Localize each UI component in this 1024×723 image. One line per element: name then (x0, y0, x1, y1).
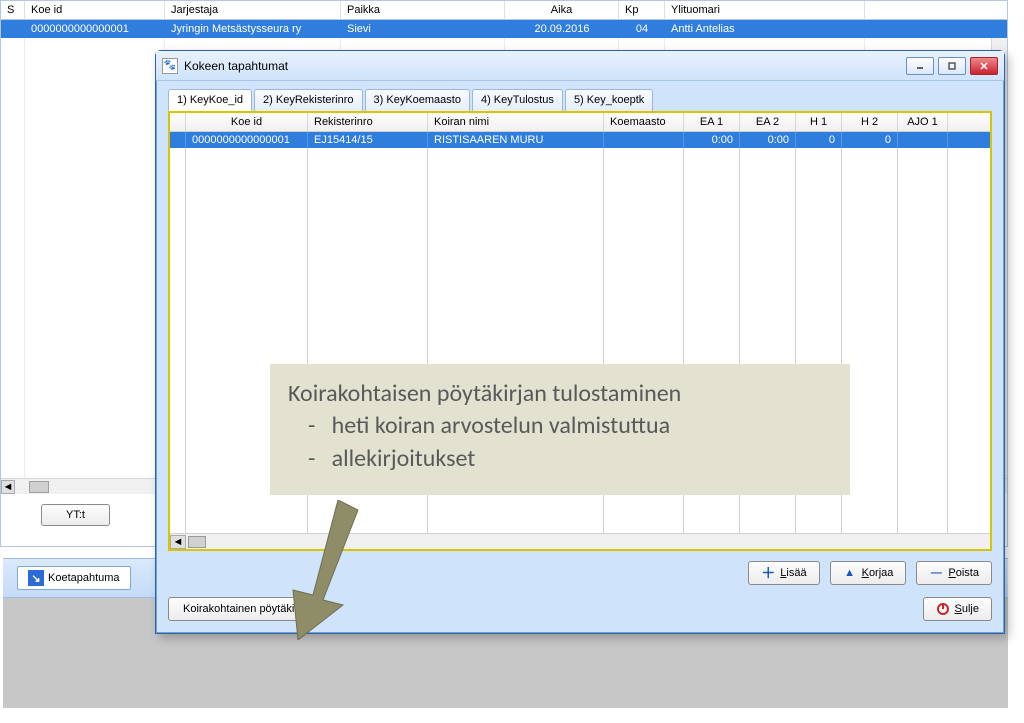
annotation-box: Koirakohtaisen pöytäkirjan tulostaminen … (270, 364, 850, 495)
korjaa-label: Korjaa (862, 567, 894, 579)
tab-key-koeptk[interactable]: 5) Key_koeptk (565, 89, 653, 111)
col-koe-id[interactable]: Koe id (25, 1, 165, 19)
poista-label: Poista (948, 567, 979, 579)
scroll-thumb[interactable] (188, 536, 206, 548)
gcol-koiran-nimi[interactable]: Koiran nimi (428, 113, 604, 131)
gcell-ea1: 0:00 (684, 132, 740, 148)
gcell-koiran-nimi: RISTISAAREN MURU (428, 132, 604, 148)
gcell-rekisterinro: EJ15414/15 (308, 132, 428, 148)
bg-grid-header: S Koe id Jarjestaja Paikka Aika Kp Ylitu… (1, 1, 1007, 20)
gcol-rekisterinro[interactable]: Rekisterinro (308, 113, 428, 131)
sulje-button[interactable]: Sulje (923, 597, 992, 621)
tab-keykoemaasto[interactable]: 3) KeyKoemaasto (365, 89, 470, 111)
gcol-ea2[interactable]: EA 2 (740, 113, 796, 131)
gcell-h1: 0 (796, 132, 842, 148)
lisaa-button[interactable]: ＋ LLisääisää (748, 561, 819, 585)
korjaa-button[interactable]: ▲ Korjaa (830, 561, 907, 585)
poista-button[interactable]: — Poista (916, 561, 992, 585)
lisaa-label: LLisääisää (780, 567, 806, 579)
triangle-icon: ▲ (843, 566, 857, 580)
minimize-button[interactable] (906, 57, 934, 75)
titlebar[interactable]: 🐾 Kokeen tapahtumat (156, 51, 1004, 81)
annotation-title: Koirakohtaisen pöytäkirjan tulostaminen (288, 378, 832, 410)
taskbar-app-icon: ↘ (28, 570, 44, 586)
sulje-label: Sulje (955, 603, 979, 615)
grid-header: Koe id Rekisterinro Koiran nimi Koemaast… (170, 113, 990, 132)
gcell-ea2: 0:00 (740, 132, 796, 148)
cell-ylituomari: Antti Antelias (665, 20, 865, 38)
gcell-koe-id: 0000000000000001 (186, 132, 308, 148)
col-s[interactable]: S (1, 1, 25, 19)
col-aika[interactable]: Aika (505, 1, 619, 19)
gcol-ajo1[interactable]: AJO 1 (898, 113, 948, 131)
gcol-koemaasto[interactable]: Koemaasto (604, 113, 684, 131)
annotation-bullet-2: - allekirjoitukset (308, 443, 832, 475)
cell-paikka: Sievi (341, 20, 505, 38)
taskbar-label: Koetapahtuma (48, 572, 120, 584)
scroll-thumb[interactable] (29, 481, 49, 493)
dialog-title: Kokeen tapahtumat (184, 59, 906, 73)
yt-button[interactable]: YT:t (41, 504, 110, 526)
tab-keyrekisterinro[interactable]: 2) KeyRekisterinro (254, 89, 362, 111)
tab-keytulostus[interactable]: 4) KeyTulostus (472, 89, 563, 111)
grid-selector-col[interactable] (170, 113, 186, 131)
tab-keykoe-id[interactable]: 1) KeyKoe_id (168, 89, 252, 111)
scroll-left-icon[interactable]: ◄ (170, 535, 186, 549)
col-ylituomari[interactable]: Ylituomari (665, 1, 865, 19)
maximize-button[interactable] (938, 57, 966, 75)
minus-icon: — (929, 566, 943, 580)
cell-kp: 04 (619, 20, 665, 38)
col-paikka[interactable]: Paikka (341, 1, 505, 19)
annotation-bullet-1: - heti koiran arvostelun valmistuttua (308, 410, 832, 442)
app-icon: 🐾 (162, 58, 178, 74)
annotation-arrow-icon (278, 500, 378, 640)
taskbar-item[interactable]: ↘ Koetapahtuma (17, 566, 131, 590)
power-icon (936, 602, 950, 616)
gcell-h2: 0 (842, 132, 898, 148)
close-button[interactable] (970, 57, 998, 75)
gcol-h1[interactable]: H 1 (796, 113, 842, 131)
cell-jarjestaja: Jyringin Metsästysseura ry (165, 20, 341, 38)
scroll-left-arrow-icon[interactable]: ◄ (1, 480, 15, 494)
cell-koe-id: 0000000000000001 (25, 20, 165, 38)
col-jarjestaja[interactable]: Jarjestaja (165, 1, 341, 19)
col-kp[interactable]: Kp (619, 1, 665, 19)
bg-grid-row[interactable]: 0000000000000001 Jyringin Metsästysseura… (1, 20, 1007, 38)
gcol-koe-id[interactable]: Koe id (186, 113, 308, 131)
grid-data-row[interactable]: 0000000000000001 EJ15414/15 RISTISAAREN … (170, 132, 990, 148)
tab-bar: 1) KeyKoe_id 2) KeyRekisterinro 3) KeyKo… (168, 89, 992, 111)
cell-aika: 20.09.2016 (505, 20, 619, 38)
gcol-ea1[interactable]: EA 1 (684, 113, 740, 131)
plus-icon: ＋ (761, 566, 775, 580)
gcol-h2[interactable]: H 2 (842, 113, 898, 131)
gcell-koemaasto (604, 132, 684, 148)
